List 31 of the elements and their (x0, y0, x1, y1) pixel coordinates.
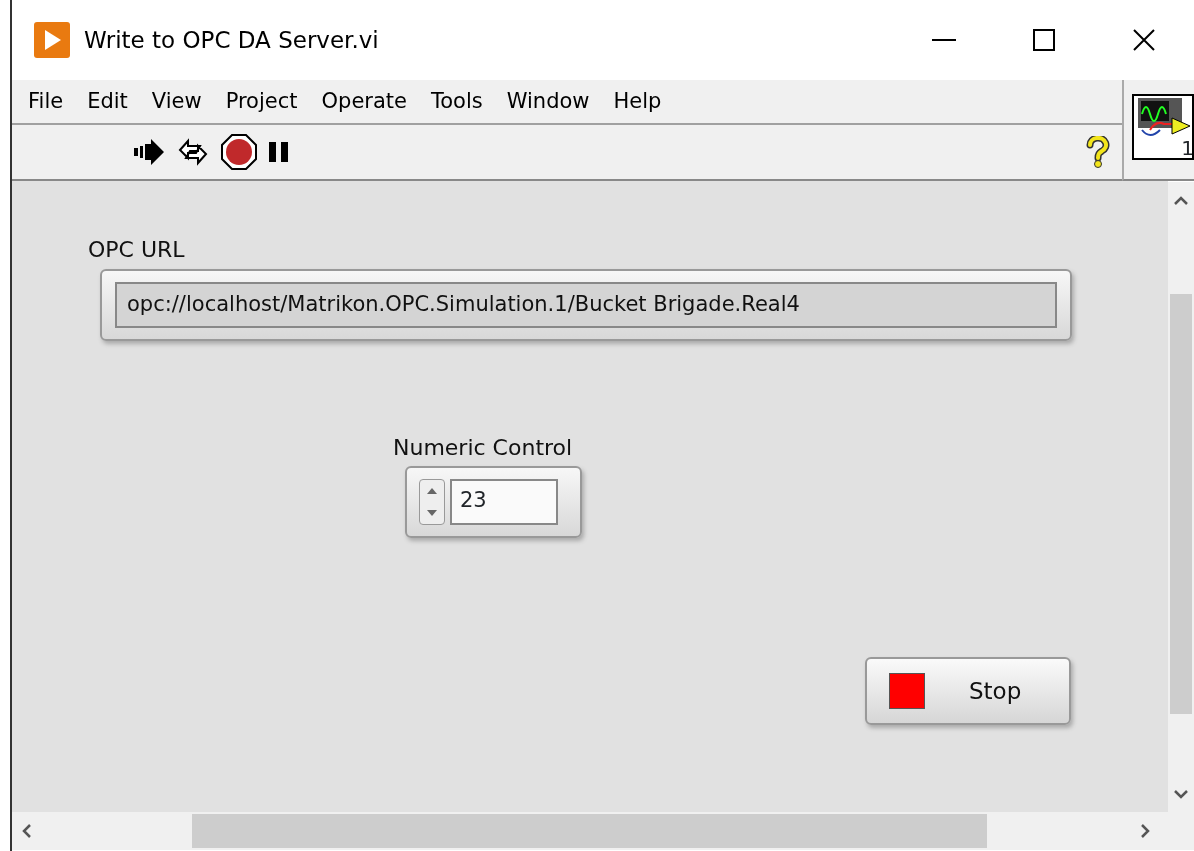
menu-item[interactable]: Tools (420, 85, 497, 118)
menu-item[interactable]: Window (496, 85, 604, 118)
run-continuously-icon[interactable] (176, 137, 210, 167)
run-arrow-icon[interactable] (132, 139, 166, 165)
text-field[interactable]: opc://localhost/Matrikon.OPC.Simulation.1/Bucket Brigade.Real4 (115, 282, 1057, 328)
menu-item[interactable]: Edit (77, 85, 142, 118)
menu-item[interactable]: Help (603, 85, 676, 118)
menu-item[interactable]: File (18, 85, 78, 118)
scroll-right-icon[interactable] (1141, 824, 1150, 838)
minimize-icon (932, 39, 956, 41)
menu-item[interactable]: View (141, 85, 216, 118)
scroll-up-icon[interactable] (1174, 196, 1188, 205)
menu-item[interactable]: Operate (311, 85, 421, 118)
numeric-control[interactable]: 23 (405, 466, 582, 538)
vertical-scrollbar[interactable] (1168, 182, 1194, 813)
horizontal-scrollbar[interactable] (12, 812, 1194, 850)
menu-item[interactable]: Project (215, 85, 312, 118)
help-icon[interactable] (1086, 136, 1110, 168)
window-title: Write to OPC DA Server.vi (84, 25, 379, 55)
control-label: Numeric Control (393, 434, 573, 462)
app-icon (34, 22, 70, 58)
control-label: OPC URL (88, 236, 185, 264)
close-icon (1132, 28, 1156, 52)
pause-icon[interactable] (268, 140, 290, 164)
icon-number: 1 (1181, 138, 1192, 158)
abort-icon[interactable] (220, 133, 258, 171)
scroll-down-icon[interactable] (1174, 790, 1188, 799)
stop-button[interactable]: Stop (865, 657, 1071, 725)
scroll-left-icon[interactable] (22, 824, 31, 838)
number-field[interactable]: 23 (450, 479, 558, 525)
maximize-icon (1033, 29, 1055, 51)
